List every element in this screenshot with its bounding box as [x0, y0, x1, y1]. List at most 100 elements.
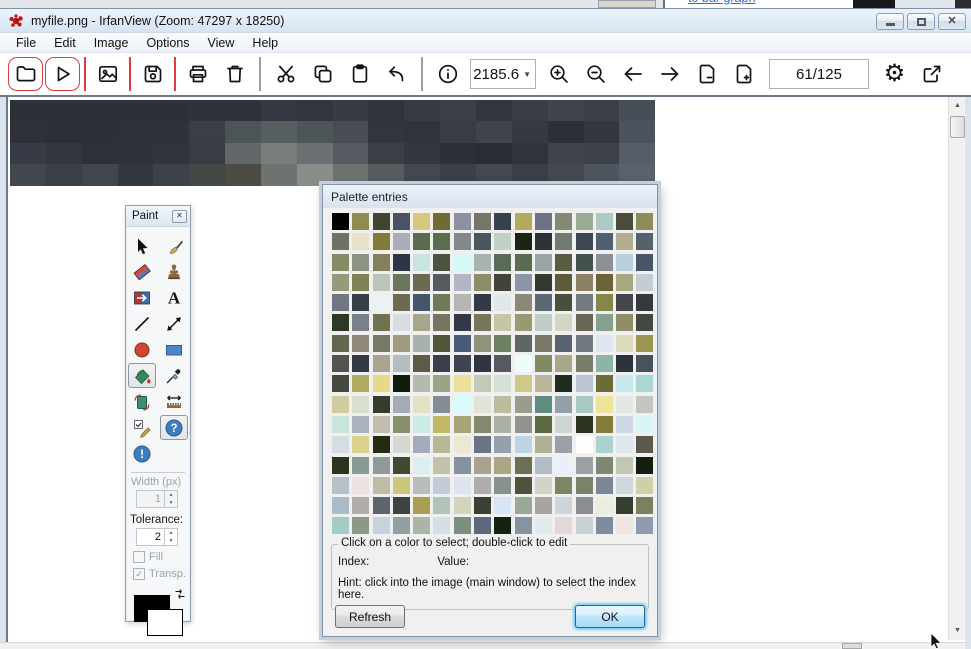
palette-swatch[interactable] [393, 233, 410, 250]
zoom-level-combo[interactable]: 2185.6 ▼ [470, 59, 536, 89]
zoomed-image[interactable] [10, 100, 655, 186]
palette-swatch[interactable] [454, 335, 471, 352]
palette-swatch[interactable] [494, 254, 511, 271]
palette-swatch[interactable] [413, 375, 430, 392]
palette-swatch[interactable] [576, 314, 593, 331]
palette-swatch[interactable] [596, 233, 613, 250]
menu-edit[interactable]: Edit [45, 34, 85, 52]
tolerance-stepper[interactable]: 2 ▲▼ [136, 528, 178, 546]
palette-swatch[interactable] [596, 497, 613, 514]
palette-swatch[interactable] [616, 254, 633, 271]
palette-swatch[interactable] [576, 213, 593, 230]
color-picker-tool[interactable] [160, 363, 188, 388]
palette-swatch[interactable] [332, 233, 349, 250]
palette-swatch[interactable] [433, 314, 450, 331]
palette-swatch[interactable] [494, 355, 511, 372]
palette-swatch[interactable] [413, 355, 430, 372]
palette-swatch[interactable] [494, 436, 511, 453]
palette-swatch[interactable] [413, 497, 430, 514]
palette-swatch[interactable] [616, 396, 633, 413]
palette-swatch[interactable] [555, 355, 572, 372]
page-remove-button[interactable] [689, 57, 724, 91]
palette-swatch[interactable] [515, 497, 532, 514]
menu-image[interactable]: Image [85, 34, 138, 52]
palette-swatch[interactable] [494, 375, 511, 392]
palette-swatch[interactable] [352, 436, 369, 453]
ellipse-tool[interactable] [128, 337, 156, 362]
palette-swatch[interactable] [576, 396, 593, 413]
palette-swatch[interactable] [596, 517, 613, 534]
palette-swatch[interactable] [454, 396, 471, 413]
palette-swatch[interactable] [596, 396, 613, 413]
palette-swatch[interactable] [535, 517, 552, 534]
palette-swatch[interactable] [494, 213, 511, 230]
palette-swatch[interactable] [393, 436, 410, 453]
palette-swatch[interactable] [515, 517, 532, 534]
palette-swatch[interactable] [332, 254, 349, 271]
arrow-draw-tool[interactable] [128, 285, 156, 310]
palette-swatch[interactable] [535, 457, 552, 474]
palette-swatch[interactable] [535, 254, 552, 271]
palette-swatch[interactable] [393, 375, 410, 392]
palette-swatch[interactable] [494, 497, 511, 514]
palette-swatch[interactable] [636, 517, 653, 534]
palette-swatch[interactable] [555, 294, 572, 311]
maximize-button[interactable] [907, 13, 935, 30]
settings-button[interactable]: ⚙ [877, 57, 912, 91]
palette-swatch[interactable] [535, 314, 552, 331]
palette-swatch[interactable] [413, 416, 430, 433]
palette-swatch[interactable] [576, 477, 593, 494]
palette-swatch[interactable] [352, 375, 369, 392]
palette-swatch[interactable] [636, 213, 653, 230]
palette-swatch[interactable] [515, 457, 532, 474]
palette-swatch[interactable] [494, 416, 511, 433]
palette-swatch[interactable] [332, 274, 349, 291]
palette-swatch[interactable] [535, 213, 552, 230]
palette-swatch[interactable] [413, 233, 430, 250]
palette-swatch[interactable] [596, 436, 613, 453]
palette-swatch[interactable] [636, 335, 653, 352]
palette-swatch[interactable] [555, 375, 572, 392]
palette-swatch[interactable] [596, 416, 613, 433]
palette-swatch[interactable] [636, 416, 653, 433]
palette-swatch[interactable] [474, 497, 491, 514]
palette-swatch[interactable] [373, 457, 390, 474]
palette-swatch[interactable] [474, 477, 491, 494]
palette-swatch[interactable] [515, 477, 532, 494]
palette-swatch[interactable] [454, 233, 471, 250]
palette-swatch[interactable] [454, 213, 471, 230]
palette-swatch[interactable] [352, 233, 369, 250]
zoom-in-button[interactable] [541, 57, 576, 91]
palette-swatch[interactable] [433, 294, 450, 311]
palette-swatch[interactable] [413, 213, 430, 230]
palette-swatch[interactable] [474, 274, 491, 291]
page-add-button[interactable] [726, 57, 761, 91]
paint-panel-titlebar[interactable]: Paint ✕ [126, 206, 190, 227]
page-indicator[interactable]: 61/125 [769, 59, 869, 89]
palette-swatch[interactable] [535, 335, 552, 352]
palette-swatch[interactable] [616, 497, 633, 514]
palette-swatch[interactable] [555, 416, 572, 433]
zoom-out-button[interactable] [578, 57, 613, 91]
palette-swatch[interactable] [413, 457, 430, 474]
rectangle-tool[interactable] [160, 337, 188, 362]
palette-swatch[interactable] [433, 355, 450, 372]
palette-swatch[interactable] [352, 254, 369, 271]
palette-swatch[interactable] [636, 436, 653, 453]
palette-swatch[interactable] [616, 213, 633, 230]
line-tool[interactable] [128, 311, 156, 336]
palette-swatch[interactable] [413, 335, 430, 352]
palette-swatch[interactable] [515, 335, 532, 352]
horizontal-scrollbar-thumb[interactable] [842, 643, 862, 649]
previous-file-button[interactable] [615, 57, 650, 91]
palette-swatch[interactable] [515, 355, 532, 372]
palette-swatch[interactable] [576, 254, 593, 271]
swap-colors-icon[interactable] [174, 588, 186, 600]
palette-swatch[interactable] [474, 457, 491, 474]
palette-swatch[interactable] [332, 517, 349, 534]
palette-swatch[interactable] [576, 416, 593, 433]
palette-swatch[interactable] [474, 314, 491, 331]
palette-swatch[interactable] [515, 233, 532, 250]
palette-swatch[interactable] [393, 355, 410, 372]
palette-swatch[interactable] [616, 457, 633, 474]
